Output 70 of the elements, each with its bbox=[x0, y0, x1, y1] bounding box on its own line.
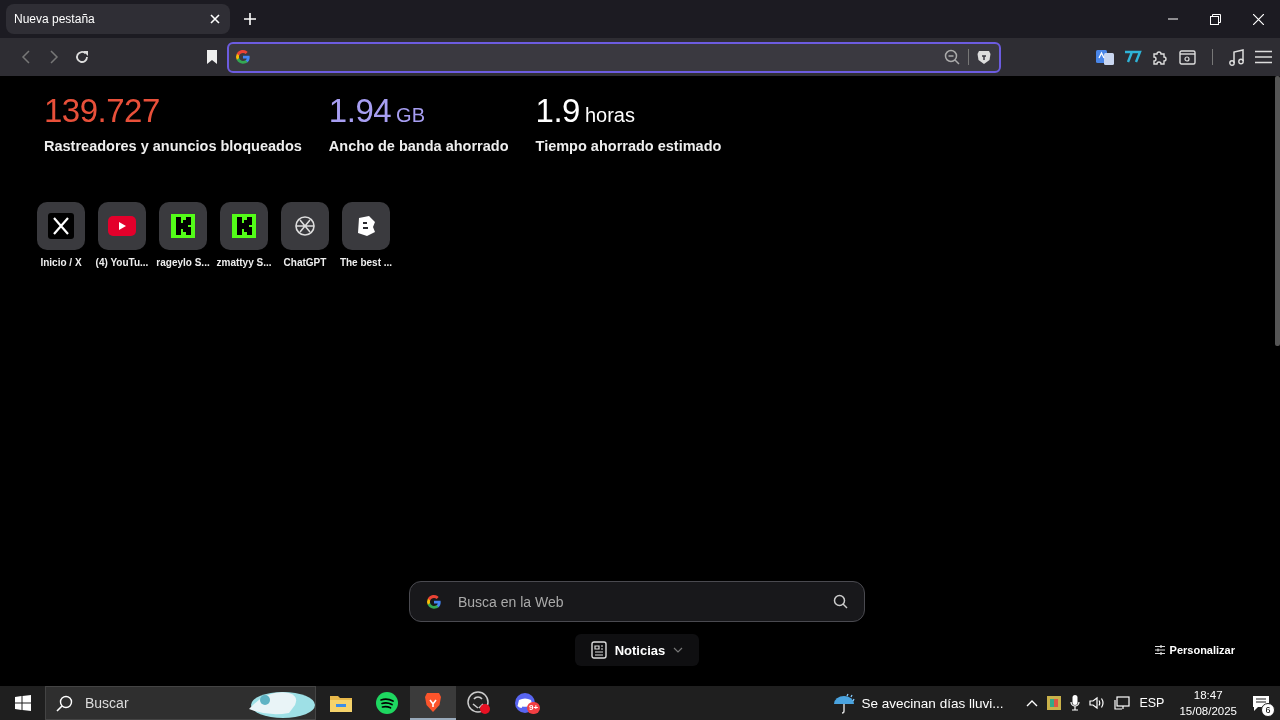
sound-waves-icon bbox=[376, 692, 398, 714]
umbrella-rain-icon bbox=[831, 692, 856, 714]
puzzle-icon[interactable] bbox=[1152, 48, 1169, 66]
language-indicator[interactable]: ESP bbox=[1139, 696, 1165, 710]
web-search-bar[interactable]: Busca en la Web bbox=[409, 581, 865, 622]
taskbar-search-bar[interactable]: Buscar bbox=[45, 686, 316, 720]
stat-value: 1.94 bbox=[328, 92, 392, 130]
sliders-icon bbox=[1154, 645, 1165, 655]
stat-label: Ancho de banda ahorrado bbox=[328, 138, 509, 154]
newspaper-icon bbox=[590, 641, 607, 659]
stat-unit: GB bbox=[396, 104, 425, 127]
speaker-icon[interactable] bbox=[1089, 696, 1106, 710]
site-tile[interactable] bbox=[281, 202, 329, 250]
microphone-icon[interactable] bbox=[1070, 695, 1081, 711]
new-tab-icon[interactable] bbox=[244, 13, 256, 25]
music-note-icon[interactable] bbox=[1229, 48, 1245, 66]
search-icon bbox=[56, 694, 73, 712]
record-icon bbox=[467, 691, 491, 715]
folder-icon bbox=[330, 694, 352, 712]
k-letter-icon bbox=[232, 214, 256, 238]
stat-label: Rastreadores y anuncios bloqueados bbox=[44, 138, 302, 154]
app-tray-icon[interactable] bbox=[1047, 696, 1062, 710]
taskbar-app[interactable]: 9+ bbox=[502, 686, 548, 720]
site-tile[interactable] bbox=[220, 202, 268, 250]
site-label: zmattyy S... bbox=[216, 257, 272, 268]
site-label: The best ... bbox=[339, 257, 393, 268]
stat-unit: horas bbox=[584, 104, 635, 127]
site-tile[interactable] bbox=[98, 202, 146, 250]
stat-value: 139.727 bbox=[44, 92, 160, 130]
notification-badge: 9+ bbox=[527, 702, 541, 714]
customize-button[interactable]: Personalizar bbox=[1154, 644, 1235, 656]
browser-tab[interactable]: Nueva pestaña bbox=[6, 4, 230, 34]
site-tile[interactable] bbox=[159, 202, 207, 250]
lion-shield-icon[interactable] bbox=[977, 49, 991, 65]
forward-icon[interactable] bbox=[49, 50, 59, 64]
k-letter-icon bbox=[171, 214, 195, 238]
windows-logo-icon[interactable] bbox=[14, 695, 31, 711]
bookmark-icon[interactable] bbox=[206, 49, 218, 65]
google-g-icon bbox=[235, 49, 251, 65]
google-g-icon bbox=[426, 593, 442, 610]
site-label: (4) YouTu... bbox=[95, 257, 149, 268]
reload-icon[interactable] bbox=[74, 49, 90, 65]
x-letter-icon bbox=[48, 213, 74, 239]
zoom-out-icon[interactable] bbox=[944, 49, 960, 65]
site-tile[interactable] bbox=[37, 202, 85, 250]
site-tile[interactable] bbox=[342, 202, 390, 250]
chevron-down-icon bbox=[673, 647, 684, 653]
taskbar-clock[interactable]: 18:47 15/08/2025 bbox=[1179, 687, 1237, 719]
menu-icon[interactable] bbox=[1255, 50, 1272, 64]
chevron-up-icon[interactable] bbox=[1026, 699, 1039, 707]
stat-value: 1.9 bbox=[535, 92, 580, 130]
translate-icon[interactable] bbox=[1096, 49, 1114, 65]
site-label: ChatGPT bbox=[283, 257, 327, 268]
network-icon[interactable] bbox=[1114, 696, 1131, 710]
weather-text[interactable]: Se avecinan días lluvi... bbox=[861, 695, 1004, 711]
taskbar-search-input[interactable]: Buscar bbox=[83, 694, 197, 712]
search-icon[interactable] bbox=[833, 594, 848, 609]
close-icon[interactable] bbox=[1253, 13, 1264, 25]
stat-label: Tiempo ahorrado estimado bbox=[535, 138, 722, 154]
taskbar-app[interactable] bbox=[410, 686, 456, 720]
close-icon[interactable] bbox=[210, 14, 220, 24]
site-label: rageylo S... bbox=[156, 257, 210, 268]
site-label: Inicio / X bbox=[40, 257, 82, 268]
back-icon[interactable] bbox=[21, 50, 31, 64]
news-button[interactable]: Noticias bbox=[574, 634, 700, 666]
search-input[interactable]: Busca en la Web bbox=[456, 592, 819, 611]
play-button-icon bbox=[108, 216, 136, 236]
window-search-icon[interactable] bbox=[1179, 49, 1196, 65]
restore-icon[interactable] bbox=[1210, 13, 1221, 25]
scrollbar[interactable] bbox=[1275, 76, 1280, 346]
